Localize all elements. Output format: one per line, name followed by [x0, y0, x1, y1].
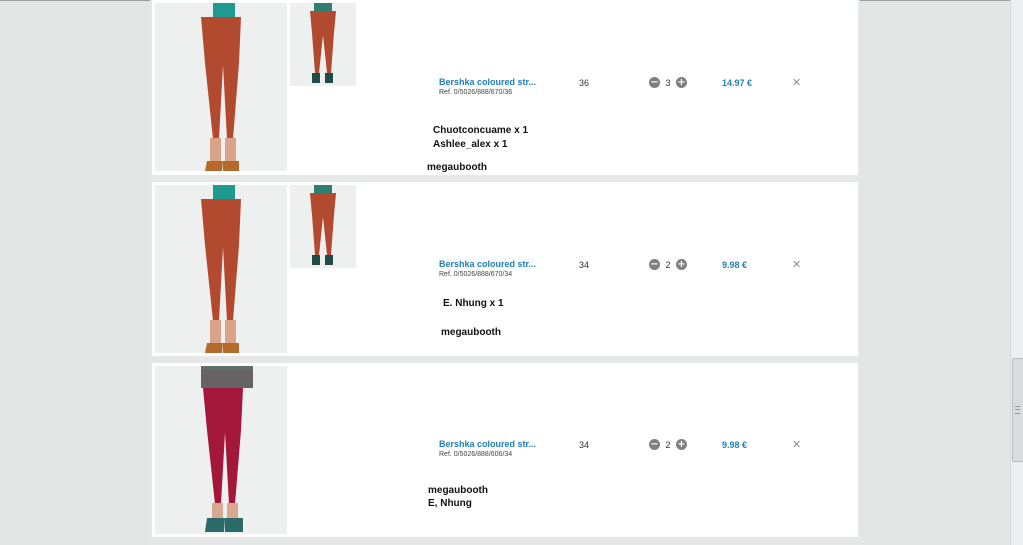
handwritten-note: E. Nhung x 1: [443, 298, 504, 309]
close-icon[interactable]: ✕: [792, 77, 801, 88]
quantity-value: 3: [665, 77, 671, 88]
handwritten-note: Chuotconcuame x 1: [433, 125, 529, 136]
handwritten-note: E, Nhung: [428, 498, 472, 509]
handwritten-note: megaubooth: [427, 162, 487, 173]
item-price: 9.98 €: [722, 440, 748, 450]
item-price: 14.97 €: [722, 78, 753, 88]
handwritten-note: Ashlee_alex x 1: [433, 139, 508, 150]
size-value: 34: [579, 440, 590, 450]
close-icon[interactable]: ✕: [792, 259, 801, 270]
product-name-link[interactable]: Bershka coloured str...: [439, 259, 536, 269]
grip-icon: [1015, 406, 1020, 414]
cart-item: Bershka coloured str... Ref. 0/5026/888/…: [152, 182, 858, 356]
quantity-stepper: − 2 +: [649, 258, 687, 271]
vertical-scrollbar[interactable]: [1010, 0, 1023, 545]
jeans-back-photo: [310, 3, 336, 83]
jeans-front-photo: [201, 3, 241, 171]
quantity-value: 2: [665, 259, 671, 270]
item-price: 9.98 €: [722, 260, 748, 270]
product-image-back[interactable]: [290, 3, 356, 86]
plus-circle-icon[interactable]: +: [676, 259, 687, 270]
handwritten-note: megaubooth: [428, 485, 488, 496]
product-image-model[interactable]: [155, 185, 287, 353]
cart-item: Bershka coloured str... Ref. 0/5026/888/…: [152, 363, 858, 537]
product-image-model[interactable]: [155, 366, 287, 534]
close-icon[interactable]: ✕: [792, 439, 801, 450]
plus-circle-icon[interactable]: +: [676, 77, 687, 88]
product-ref: Ref. 0/5026/888/670/34: [439, 271, 513, 278]
product-name-link[interactable]: Bershka coloured str...: [439, 439, 536, 449]
product-name-link[interactable]: Bershka coloured str...: [439, 77, 536, 87]
product-image-back[interactable]: [290, 185, 356, 268]
quantity-stepper: − 3 +: [649, 76, 687, 89]
quantity-value: 2: [665, 439, 671, 450]
plus-circle-icon[interactable]: +: [676, 439, 687, 450]
quantity-stepper: − 2 +: [649, 438, 687, 451]
product-ref: Ref. 0/5026/888/606/34: [439, 451, 513, 458]
size-value: 34: [579, 260, 590, 270]
size-value: 36: [579, 78, 590, 88]
product-image-model[interactable]: [155, 3, 287, 171]
jeans-front-photo: [201, 366, 253, 532]
minus-circle-icon[interactable]: −: [649, 439, 660, 450]
handwritten-note: megaubooth: [441, 327, 501, 338]
minus-circle-icon[interactable]: −: [649, 77, 660, 88]
jeans-front-photo: [201, 185, 241, 353]
minus-circle-icon[interactable]: −: [649, 259, 660, 270]
product-ref: Ref. 0/5026/888/670/36: [439, 89, 513, 96]
jeans-back-photo: [310, 185, 336, 265]
cart-item: Bershka coloured str... Ref. 0/5026/888/…: [152, 0, 858, 175]
